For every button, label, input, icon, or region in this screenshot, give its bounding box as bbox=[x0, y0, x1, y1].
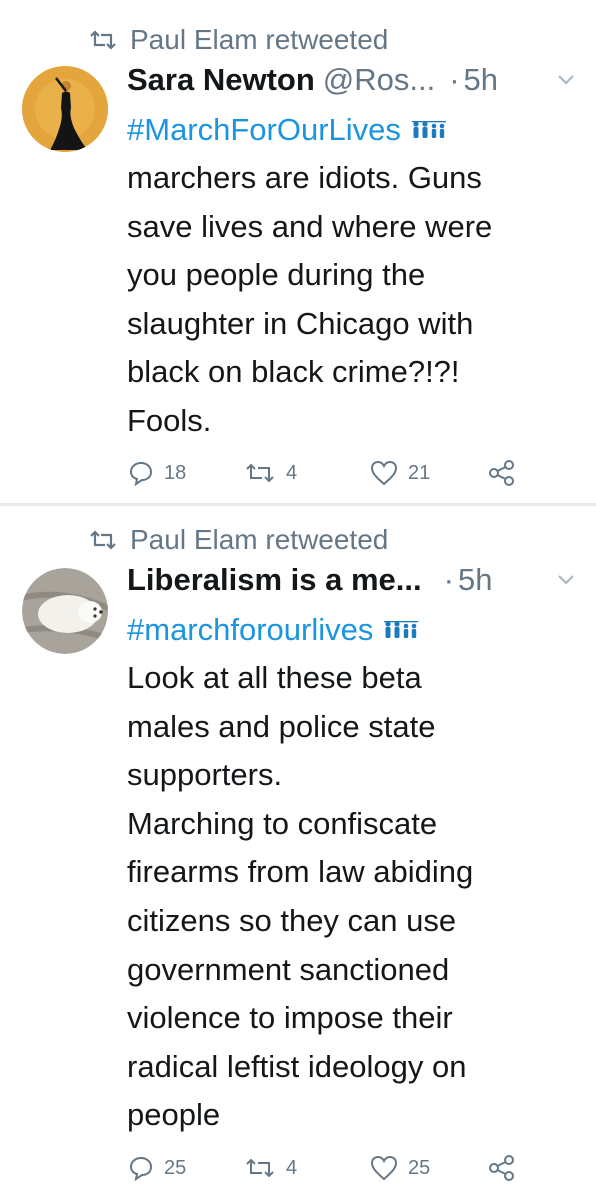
reply-count: 18 bbox=[164, 461, 187, 484]
retweet-icon bbox=[246, 1158, 274, 1178]
avatar[interactable] bbox=[22, 568, 108, 654]
tweet-card[interactable]: Paul Elam retweeted Liberalism is a me..… bbox=[0, 506, 596, 1200]
retweet-context-label: Paul Elam retweeted bbox=[130, 24, 389, 55]
separator-dot: · bbox=[449, 62, 460, 97]
author-name[interactable]: Sara Newton bbox=[127, 62, 315, 98]
share-button[interactable] bbox=[488, 1154, 516, 1182]
tweet-actions: 18 4 21 bbox=[128, 453, 528, 493]
retweet-context-label: Paul Elam retweeted bbox=[130, 524, 389, 555]
like-button[interactable]: 21 bbox=[370, 460, 488, 486]
reply-count: 25 bbox=[164, 1156, 187, 1179]
retweet-count: 4 bbox=[286, 1156, 298, 1179]
separator-dot: · bbox=[443, 562, 454, 597]
white-dog-avatar-icon bbox=[22, 568, 108, 654]
tweet-header: Liberalism is a me... · 5h bbox=[127, 562, 587, 606]
like-icon bbox=[370, 1155, 398, 1181]
caret-down-icon[interactable] bbox=[557, 574, 575, 586]
reply-button[interactable]: 25 bbox=[128, 1155, 244, 1181]
hashtag-link[interactable]: #marchforourlives bbox=[127, 612, 373, 648]
like-icon bbox=[370, 460, 398, 486]
like-count: 25 bbox=[408, 1156, 431, 1179]
retweet-count: 4 bbox=[286, 461, 298, 484]
like-count: 21 bbox=[408, 461, 431, 484]
caret-down-icon[interactable] bbox=[557, 74, 575, 86]
tweet-text: Look at all these beta males and police … bbox=[127, 660, 474, 1133]
retweet-context: Paul Elam retweeted bbox=[88, 20, 388, 60]
retweet-context: Paul Elam retweeted bbox=[88, 520, 388, 560]
timestamp[interactable]: 5h bbox=[458, 562, 492, 598]
tweet-actions: 25 4 25 bbox=[128, 1148, 528, 1188]
family-emoji-icon bbox=[411, 121, 446, 138]
tweet-text: marchers are idiots. Guns save lives and… bbox=[127, 160, 493, 438]
share-button[interactable] bbox=[488, 459, 516, 487]
retweet-button[interactable]: 4 bbox=[244, 1156, 370, 1180]
author-handle[interactable]: @Ros... bbox=[323, 62, 435, 98]
reply-button[interactable]: 18 bbox=[128, 460, 244, 486]
retweet-icon bbox=[246, 463, 274, 483]
retweet-icon bbox=[90, 30, 116, 50]
like-button[interactable]: 25 bbox=[370, 1155, 488, 1181]
tweet-content: Sara Newton @Ros... · 5h #MarchForOurLiv… bbox=[127, 62, 587, 446]
woman-in-black-dress-avatar-icon bbox=[22, 66, 108, 152]
reply-icon bbox=[129, 1156, 153, 1181]
reply-icon bbox=[129, 461, 153, 486]
hashtag-row: #marchforourlives bbox=[127, 606, 587, 654]
avatar[interactable] bbox=[22, 66, 108, 152]
author-name[interactable]: Liberalism is a me... bbox=[127, 562, 422, 598]
hashtag-link[interactable]: #MarchForOurLives bbox=[127, 112, 401, 148]
share-icon bbox=[489, 460, 514, 486]
share-icon bbox=[489, 1155, 514, 1181]
tweet-content: Liberalism is a me... · 5h #marchforourl… bbox=[127, 562, 587, 1140]
tweet-card[interactable]: Paul Elam retweeted Sara Newton @Ros... … bbox=[0, 0, 596, 503]
retweet-icon bbox=[90, 530, 116, 550]
timestamp[interactable]: 5h bbox=[464, 62, 498, 98]
tweet-header: Sara Newton @Ros... · 5h bbox=[127, 62, 587, 106]
hashtag-row: #MarchForOurLives bbox=[127, 106, 587, 154]
retweet-button[interactable]: 4 bbox=[244, 461, 370, 485]
family-emoji-icon bbox=[384, 621, 419, 638]
